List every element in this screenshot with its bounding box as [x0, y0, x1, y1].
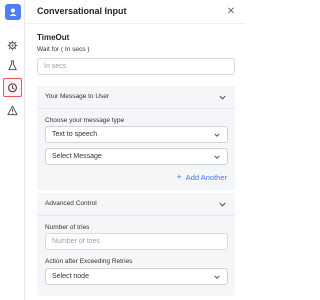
advanced-card-header[interactable]: Advanced Control: [37, 193, 235, 216]
message-select[interactable]: Select Message: [45, 148, 228, 165]
chevron-down-icon[interactable]: [218, 93, 227, 102]
advanced-card-title: Advanced Control: [45, 200, 97, 207]
tries-label: Number of tries: [45, 224, 90, 231]
bot-avatar-icon[interactable]: [5, 4, 21, 20]
close-icon[interactable]: ✕: [225, 5, 237, 17]
panel-header: Conversational Input ✕: [25, 0, 245, 24]
action-label: Action after Exceeding Retries: [45, 258, 133, 265]
tries-input[interactable]: [45, 233, 228, 250]
advanced-card: Advanced Control Number of tries Action …: [37, 193, 235, 296]
message-select-value: Select Message: [52, 153, 102, 160]
message-card: Your Message to User Choose your message…: [37, 86, 235, 190]
message-card-title: Your Message to User: [45, 93, 110, 100]
message-type-select[interactable]: Text to speech: [45, 126, 228, 143]
chevron-down-icon: [214, 155, 220, 159]
add-another-button[interactable]: + Add Another: [176, 172, 227, 182]
wait-seconds-input[interactable]: [37, 58, 235, 75]
add-another-label: Add Another: [185, 172, 227, 182]
config-panel: Conversational Input ✕ TimeOut Wait for …: [25, 0, 245, 300]
timeout-title: TimeOut: [37, 33, 70, 42]
plus-icon: +: [176, 172, 182, 182]
message-type-label: Choose your message type: [45, 117, 125, 124]
timer-icon[interactable]: [3, 78, 22, 97]
conversational-input-app: Conversational Input ✕ TimeOut Wait for …: [0, 0, 245, 300]
action-node-value: Select node: [52, 273, 89, 280]
action-node-select[interactable]: Select node: [45, 268, 228, 285]
message-type-value: Text to speech: [52, 131, 98, 138]
message-card-header[interactable]: Your Message to User: [37, 86, 235, 109]
chevron-down-icon: [214, 275, 220, 279]
chevron-down-icon: [214, 133, 220, 137]
settings-icon[interactable]: [3, 36, 22, 55]
left-rail: [0, 0, 25, 300]
warning-icon[interactable]: [3, 101, 22, 120]
chevron-down-icon[interactable]: [218, 200, 227, 209]
wait-for-label: Wait for ( In secs ): [37, 46, 90, 53]
flask-icon[interactable]: [3, 56, 22, 75]
panel-title: Conversational Input: [37, 6, 127, 16]
